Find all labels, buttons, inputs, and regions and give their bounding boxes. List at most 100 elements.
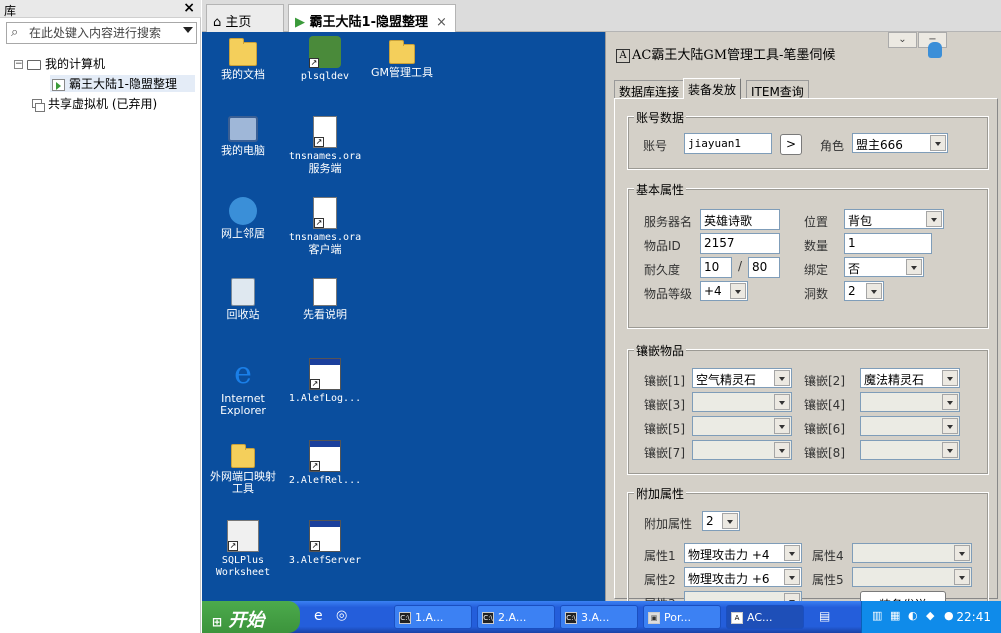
chevron-down-icon[interactable] [722,513,738,529]
taskbar-item-5[interactable]: A AC... [726,605,804,629]
chevron-down-icon[interactable] [926,211,942,227]
desktop-icon-label: plsqldev [300,71,350,82]
desktop-icon-plsqldev[interactable]: ↗ plsqldev [285,36,365,83]
library-search[interactable]: ⌕ [6,22,197,44]
quantity-input[interactable]: 1 [844,233,932,254]
chevron-down-icon[interactable] [183,27,193,33]
extra-count-label: 附加属性 [644,517,693,531]
durability-current-input[interactable]: 10 [700,257,732,278]
desktop-icon-network-places[interactable]: 网上邻居 [203,197,283,240]
desktop-icon-sqlplus[interactable]: ↗ SQLPlus Worksheet [203,520,283,579]
start-button[interactable]: ⊞ 开始 [202,601,300,633]
account-lookup-button[interactable]: > [780,134,802,155]
position-select[interactable]: 背包 [844,209,944,229]
bind-select[interactable]: 否 [844,257,924,277]
item-id-input[interactable]: 2157 [700,233,780,254]
account-input[interactable]: jiayuan1 [684,133,772,154]
tab-db-connection[interactable]: 数据库连接 [614,80,685,99]
group-title: 基本属性 [634,181,687,198]
chevron-down-icon[interactable] [866,283,882,299]
chevron-down-icon[interactable] [774,418,790,434]
chevron-down-icon[interactable] [906,259,922,275]
chevron-down-icon[interactable] [774,394,790,410]
chevron-down-icon[interactable] [774,370,790,386]
chevron-down-icon[interactable] [954,545,970,561]
keyboard-icon[interactable]: ▤ [819,609,830,623]
desktop-icon-my-documents[interactable]: 我的文档 [203,36,283,81]
tab-vm[interactable]: ▶ 霸王大陆1-隐盟整理 × [288,4,456,33]
security-icon[interactable]: ◆ [926,609,934,622]
chevron-down-icon[interactable] [730,283,746,299]
tree-item-vm[interactable]: 霸王大陆1-隐盟整理 [52,75,177,93]
attr-1-select[interactable]: 物理攻击力 +4 [684,543,802,563]
tree-item-label: 霸王大陆1-隐盟整理 [69,77,177,91]
desktop-icon-port-mapping[interactable]: 外网端口映射 工具 [203,440,283,495]
taskbar-item-label: 2.A... [498,611,527,624]
inlay-3-select[interactable] [692,392,792,412]
desktop-icon-internet-explorer[interactable]: e Internet Explorer [203,358,283,417]
taskbar-item-4[interactable]: ▣ Por... [643,605,721,629]
attr-2-select[interactable]: 物理攻击力 +6 [684,567,802,587]
desktop-icon-readme[interactable]: 先看说明 [285,278,365,321]
server-input[interactable]: 英雄诗歌 [700,209,780,230]
collapse-icon[interactable]: − [14,60,23,69]
desktop-icon-tnsnames-server[interactable]: ↗ tnsnames.ora 服务端 [285,116,365,175]
inlay-8-select[interactable] [860,440,960,460]
display-icon[interactable]: ▦ [890,609,900,622]
tab-home[interactable]: ⌂ 主页 [206,4,284,32]
notepad-icon [313,278,337,306]
tab-equipment-issue[interactable]: 装备发放 [683,78,742,99]
inlay-6-select[interactable] [860,416,960,436]
desktop-icon-gm-tool[interactable]: GM管理工具 [362,36,442,79]
inlay-1-label: 镶嵌[1] [644,374,685,388]
internet-explorer-icon[interactable]: e [314,608,323,624]
chevron-down-icon[interactable] [942,418,958,434]
desktop-icon-alefserver[interactable]: ↗ 3.AlefServer [285,520,365,567]
volume-icon[interactable]: ◐ [908,609,918,622]
library-close-button[interactable]: × [183,0,195,16]
quick-launch-icon[interactable]: ◎ [336,608,347,623]
network-icon[interactable]: ▥ [872,609,882,622]
chevron-down-icon[interactable]: ⌄ [888,32,917,48]
console-icon: C:\ [482,612,494,624]
chevron-down-icon[interactable] [784,569,800,585]
holes-select[interactable]: 2 [844,281,884,301]
inlay-1-select[interactable]: 空气精灵石 [692,368,792,388]
chevron-down-icon[interactable] [954,569,970,585]
grade-select[interactable]: +4 [700,281,748,301]
extra-count-select[interactable]: 2 [702,511,740,531]
chevron-down-icon[interactable] [942,370,958,386]
desktop-icon-label: Explorer [220,404,266,417]
taskbar-item-2[interactable]: C:\ 2.A... [477,605,555,629]
library-search-input[interactable] [29,25,177,41]
taskbar-item-1[interactable]: C:\ 1.A... [394,605,472,629]
chevron-down-icon[interactable] [942,442,958,458]
tab-item-query[interactable]: ITEM查询 [746,80,809,99]
role-select[interactable]: 盟主666 [852,133,948,153]
close-icon[interactable]: × [436,15,447,30]
desktop-icon-label: 客户端 [308,243,342,256]
inlay-5-select[interactable] [692,416,792,436]
desktop-icon-aleflog[interactable]: ↗ 1.AlefLog... [285,358,365,405]
attr-5-select[interactable] [852,567,972,587]
chevron-down-icon[interactable] [942,394,958,410]
computer-icon [27,59,41,70]
tree-item-my-computer[interactable]: − 我的计算机 [14,55,105,73]
desktop-icon-alefrel[interactable]: ↗ 2.AlefRel... [285,440,365,487]
inlay-7-select[interactable] [692,440,792,460]
durability-max-input[interactable]: 80 [748,257,780,278]
grade-value: +4 [704,284,722,298]
inlay-4-select[interactable] [860,392,960,412]
chevron-down-icon[interactable] [784,545,800,561]
desktop-icon-tnsnames-client[interactable]: ↗ tnsnames.ora 客户端 [285,197,365,256]
tray-app-icon[interactable]: ● [944,609,954,622]
tree-item-shared-vms[interactable]: 共享虚拟机 (已弃用) [32,95,157,113]
taskbar-item-3[interactable]: C:\ 3.A... [560,605,638,629]
chevron-down-icon[interactable] [930,135,946,151]
desktop-icon-recycle-bin[interactable]: 回收站 [203,278,283,321]
attr-4-select[interactable] [852,543,972,563]
chevron-down-icon[interactable] [774,442,790,458]
desktop-icon-my-computer[interactable]: 我的电脑 [203,116,283,157]
inlay-2-select[interactable]: 魔法精灵石 [860,368,960,388]
guest-desktop: 我的文档 ↗ plsqldev GM管理工具 我的电脑 ↗ tnsnames.o… [202,32,605,601]
